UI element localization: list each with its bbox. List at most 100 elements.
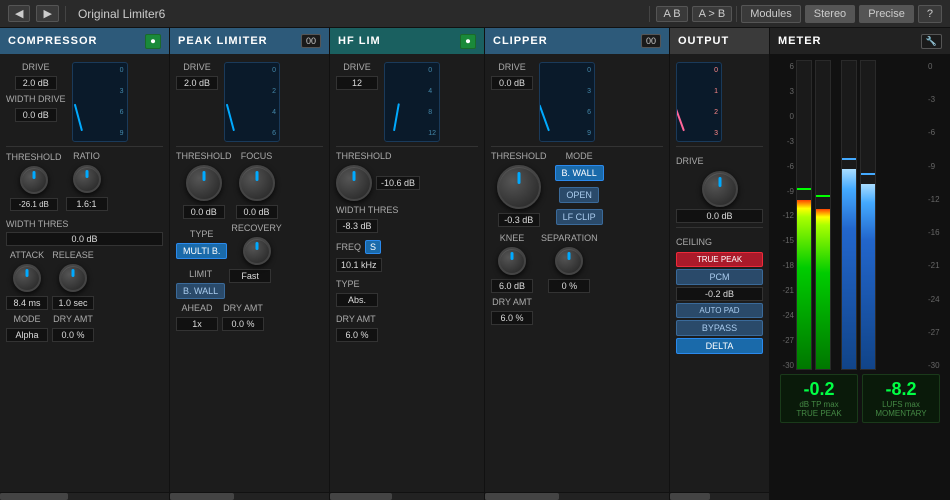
clipper-threshold-knob[interactable] [497,165,541,209]
ceiling-truepeak-btn[interactable]: TRUE PEAK [676,252,763,267]
meter-panel: METER 🔧 6 3 0 -3 -6 -9 -12 -15 -18 -21 -… [770,28,950,500]
auto-pad-btn[interactable]: AUTO PAD [676,303,763,318]
meter-bar-4 [860,60,876,370]
hf-lim-title: HF LIM [338,35,381,47]
meter-scale-left: 6 3 0 -3 -6 -9 -12 -15 -18 -21 -24 -27 -… [776,60,794,370]
output-header: OUTPUT [670,28,769,54]
output-scrollbar[interactable] [670,492,769,500]
meter-settings-btn[interactable]: 🔧 [921,34,942,49]
ab-button[interactable]: A B [656,6,687,22]
clipper-scrollbar[interactable] [485,492,669,500]
bypass-btn[interactable]: BYPASS [676,320,763,336]
meter-bar-2 [815,60,831,370]
threshold-col: THRESHOLD -26.1 dB [6,152,62,211]
width-drive-value: 0.0 dB [15,108,57,122]
forward-button[interactable]: ▶ [36,5,58,22]
tp-value: -0.2 [785,379,853,400]
output-needle [676,106,685,131]
hf-s-badge[interactable]: S [365,240,381,254]
tp-unit: dB TP max [785,400,853,409]
threshold-knob[interactable] [20,166,48,194]
hf-scrollbar[interactable] [330,492,484,500]
release-knob[interactable] [59,264,87,292]
peak-scrollbar[interactable] [170,492,329,500]
hf-drive-display: 0 4 8 12 [384,62,440,142]
compressor-drive-display: 0 3 6 9 [72,62,128,142]
compressor-title: COMPRESSOR [8,35,97,47]
hf-lim-panel: HF LIM ⏺ DRIVE 12 0 4 8 12 [330,28,485,500]
comp-threshold-row: THRESHOLD -26.1 dB RATIO 1.6:1 [6,151,163,211]
tp-label: TRUE PEAK [785,409,853,418]
peak-limiter-body: DRIVE 2.0 dB 0 2 4 6 THRESHOLD [170,54,329,492]
compressor-panel: COMPRESSOR ⏺ DRIVE 2.0 dB WIDTH DRIVE 0.… [0,28,170,500]
lufs-label: MOMENTARY [867,409,935,418]
compressor-drive-col: DRIVE 2.0 dB WIDTH DRIVE 0.0 dB [6,62,66,122]
peak-drive-display: 0 2 4 6 [224,62,280,142]
output-drive-display: 0 1 2 3 [676,62,722,142]
clipper-drive-display: 0 3 6 9 [539,62,595,142]
hf-lim-header: HF LIM ⏺ [330,28,484,54]
sep1 [6,146,163,147]
ab-swap-button[interactable]: A > B [692,6,733,22]
mode-row: MODE Alpha DRY AMT 0.0 % [6,314,163,342]
comp-scrollbar[interactable] [0,492,169,500]
meter-bar-3 [841,60,857,370]
mode-open-btn[interactable]: OPEN [559,187,599,203]
meter-scale-right: 0 -3 -6 -9 -12 -16 -21 -24 -27 -30 [928,60,944,370]
main-content: COMPRESSOR ⏺ DRIVE 2.0 dB WIDTH DRIVE 0.… [0,28,950,500]
clipper-drive-needle [539,104,550,131]
output-drive-knob[interactable] [702,171,738,207]
ratio-col: RATIO 1.6:1 [66,151,108,211]
help-button[interactable]: ? [918,5,942,23]
meter-header: METER 🔧 [770,28,950,54]
hf-drive-needle [393,103,400,131]
clipper-header: CLIPPER 00 [485,28,669,54]
compressor-bypass-icon[interactable]: ⏺ [145,34,161,49]
type-multi-btn[interactable]: MULTI B. [176,243,227,259]
top-bar-right: A B A > B Modules Stereo Precise ? [656,5,942,23]
focus-knob[interactable] [239,165,275,201]
hf-lim-bypass[interactable]: ⏺ [460,34,476,49]
attack-knob[interactable] [13,264,41,292]
peak-limiter-header: PEAK LIMITER 00 [170,28,329,54]
lufs-value: -8.2 [867,379,935,400]
attack-row: ATTACK 8.4 ms RELEASE 1.0 sec [6,250,163,310]
lufs-meter-box: -8.2 LUFS max MOMENTARY [862,374,940,423]
peak-threshold-knob[interactable] [186,165,222,201]
meter-body: 6 3 0 -3 -6 -9 -12 -15 -18 -21 -24 -27 -… [770,54,950,429]
ceiling-pcm-btn[interactable]: PCM [676,269,763,285]
mode-bwall-btn[interactable]: B. WALL [555,165,604,181]
drive-needle [73,104,82,132]
modules-button[interactable]: Modules [741,5,801,23]
peak-limiter-bypass[interactable]: 00 [301,34,321,48]
delta-btn[interactable]: DELTA [676,338,763,354]
drive-scale: 0 3 6 9 [120,67,124,137]
hf-threshold-knob[interactable] [336,165,372,201]
output-panel: OUTPUT 0 1 2 3 DRIVE 0.0 dB CEILING [670,28,770,500]
clipper-body: DRIVE 0.0 dB 0 3 6 9 THRESHOLD [485,54,669,492]
output-title: OUTPUT [678,35,729,47]
width-drive-label: WIDTH DRIVE [6,94,66,104]
recovery-knob[interactable] [243,237,271,265]
peak-limiter-title: PEAK LIMITER [178,35,268,47]
precise-button[interactable]: Precise [859,5,914,23]
stereo-button[interactable]: Stereo [805,5,855,23]
output-body: 0 1 2 3 DRIVE 0.0 dB CEILING TRUE PEAK P… [670,54,769,492]
compressor-drive-row: DRIVE 2.0 dB WIDTH DRIVE 0.0 dB 0 3 6 9 [6,62,163,142]
back-button[interactable]: ◀ [8,5,30,22]
separation-knob[interactable] [555,247,583,275]
compressor-body: DRIVE 2.0 dB WIDTH DRIVE 0.0 dB 0 3 6 9 [0,54,169,492]
tp-meter-box: -0.2 dB TP max TRUE PEAK [780,374,858,423]
bottom-meters: -0.2 dB TP max TRUE PEAK -8.2 LUFS max M… [776,370,944,423]
clipper-bypass[interactable]: 00 [641,34,661,48]
clipper-title: CLIPPER [493,35,548,47]
drive-value: 2.0 dB [15,76,57,90]
top-bar: ◀ ▶ Original Limiter6 A B A > B Modules … [0,0,950,28]
meter-bars [796,60,926,370]
limit-bwall-btn[interactable]: B. WALL [176,283,225,299]
compressor-header: COMPRESSOR ⏺ [0,28,169,54]
knee-knob[interactable] [498,247,526,275]
ratio-knob[interactable] [73,165,101,193]
mode-lfclip-btn[interactable]: LF CLIP [556,209,603,225]
lufs-unit: LUFS max [867,400,935,409]
